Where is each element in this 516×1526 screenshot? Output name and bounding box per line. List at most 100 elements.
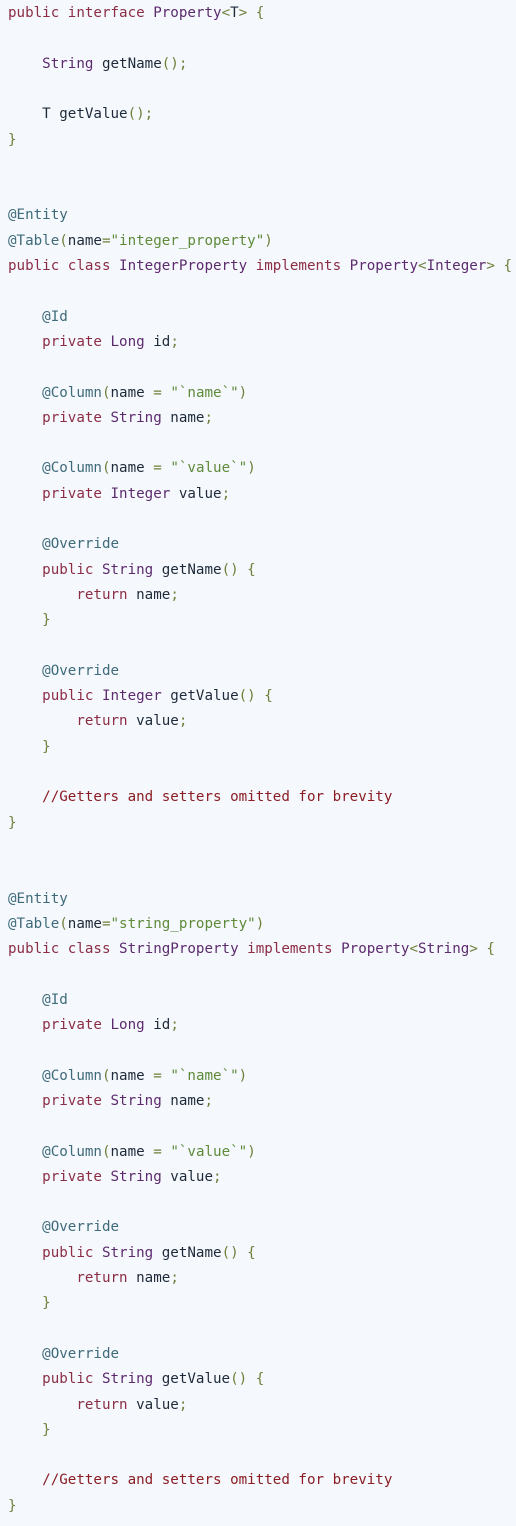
code-token-punct: ; — [170, 1270, 179, 1286]
code-line: public Integer getValue() { — [8, 684, 273, 709]
code-token-keyword: private — [42, 333, 111, 350]
code-token-type: Property — [153, 5, 222, 21]
code-token-punct: < — [409, 941, 419, 958]
code-token-keyword: public class — [8, 941, 120, 958]
code-token-plain: name — [110, 460, 154, 477]
code-token-plain: name — [110, 1067, 154, 1084]
code-token-plain: getName — [153, 1244, 222, 1261]
code-token-comment: //Getters and setters omitted for brevit… — [42, 1472, 393, 1489]
code-token-type: Long — [110, 1017, 145, 1033]
code-token-keyword: private — [42, 409, 111, 426]
code-token-punct: () { — [221, 561, 256, 578]
code-token-plain: getName — [153, 561, 222, 578]
code-line: public String getValue() { — [8, 1367, 264, 1392]
code-token-punct: = — [153, 384, 171, 401]
code-token-plain: value — [161, 1168, 214, 1185]
code-line: @Column(name = "`value`") — [8, 1140, 256, 1165]
code-token-punct: ; — [170, 586, 179, 603]
code-token-punct: ( — [59, 232, 68, 249]
code-token-keyword: private — [42, 1092, 111, 1109]
code-line: @Table(name="integer_property") — [8, 229, 273, 254]
code-line: @Override — [8, 532, 119, 557]
code-token-punct: ( — [101, 1143, 111, 1160]
code-token-plain: name — [136, 1270, 171, 1286]
code-token-plain: value — [136, 1396, 179, 1413]
code-line: return name; — [8, 1266, 179, 1291]
code-token-keyword: public — [42, 688, 102, 705]
code-token-keyword: public — [42, 561, 102, 578]
code-token-punct: } — [42, 738, 51, 755]
code-token-string: "`name`" — [170, 1067, 239, 1084]
code-token-punct: } — [42, 1295, 51, 1312]
code-token-plain: name — [110, 384, 154, 401]
code-token-keyword: private — [42, 1017, 111, 1033]
code-line: @Id — [8, 988, 68, 1013]
code-token-punct: ; — [204, 409, 214, 426]
code-token-punct: = — [153, 1067, 171, 1084]
code-line: private String name; — [8, 1089, 213, 1114]
code-line: public class IntegerProperty implements … — [8, 254, 512, 279]
code-line: //Getters and setters omitted for brevit… — [8, 1468, 392, 1493]
code-token-keyword: private — [42, 1168, 111, 1185]
code-token-punct: > { — [486, 258, 512, 274]
code-line: public String getName() { — [8, 1241, 256, 1266]
code-token-punct: = — [101, 232, 111, 249]
code-token-punct: ( — [59, 915, 68, 932]
code-token-string: "`value`" — [170, 1143, 248, 1160]
code-token-punct: < — [221, 5, 231, 21]
code-token-punct: } — [8, 814, 17, 831]
code-token-anno: @Table — [8, 232, 60, 249]
code-token-punct: ) — [247, 1143, 256, 1160]
code-token-punct: = — [153, 460, 171, 477]
code-line: @Override — [8, 659, 119, 684]
code-token-type: String — [101, 1244, 154, 1261]
code-token-plain: getName — [93, 55, 162, 72]
code-line: //Getters and setters omitted for brevit… — [8, 785, 392, 810]
code-token-punct: ) — [264, 232, 273, 249]
code-line: return value; — [8, 1393, 187, 1418]
code-token-type: StringProperty — [119, 941, 239, 958]
code-line: T getValue(); — [8, 102, 153, 127]
code-token-type: String — [418, 941, 470, 958]
code-token-punct: ) — [255, 915, 265, 932]
code-token-punct: ) — [238, 384, 248, 401]
code-line: } — [8, 1494, 17, 1519]
code-line: private Long id; — [8, 1013, 179, 1038]
code-token-punct: (); — [127, 106, 154, 123]
code-token-punct: < — [418, 258, 427, 274]
code-token-type: IntegerProperty — [119, 258, 248, 274]
code-token-punct: } — [42, 1421, 51, 1438]
code-line: private Long id; — [8, 330, 179, 355]
code-line: @Entity — [8, 887, 68, 912]
code-token-plain: name — [161, 409, 205, 426]
code-line: } — [8, 811, 17, 836]
code-token-punct: ; — [170, 1017, 179, 1033]
code-token-plain: name — [110, 1143, 154, 1160]
code-token-string: "`name`" — [170, 384, 239, 401]
code-token-keyword: implements — [247, 258, 350, 274]
code-line: @Entity — [8, 203, 68, 228]
code-token-plain: T getValue — [8, 106, 128, 123]
code-token-plain: value — [170, 485, 222, 502]
code-token-punct: ; — [170, 333, 179, 350]
code-token-punct: ; — [178, 713, 188, 730]
